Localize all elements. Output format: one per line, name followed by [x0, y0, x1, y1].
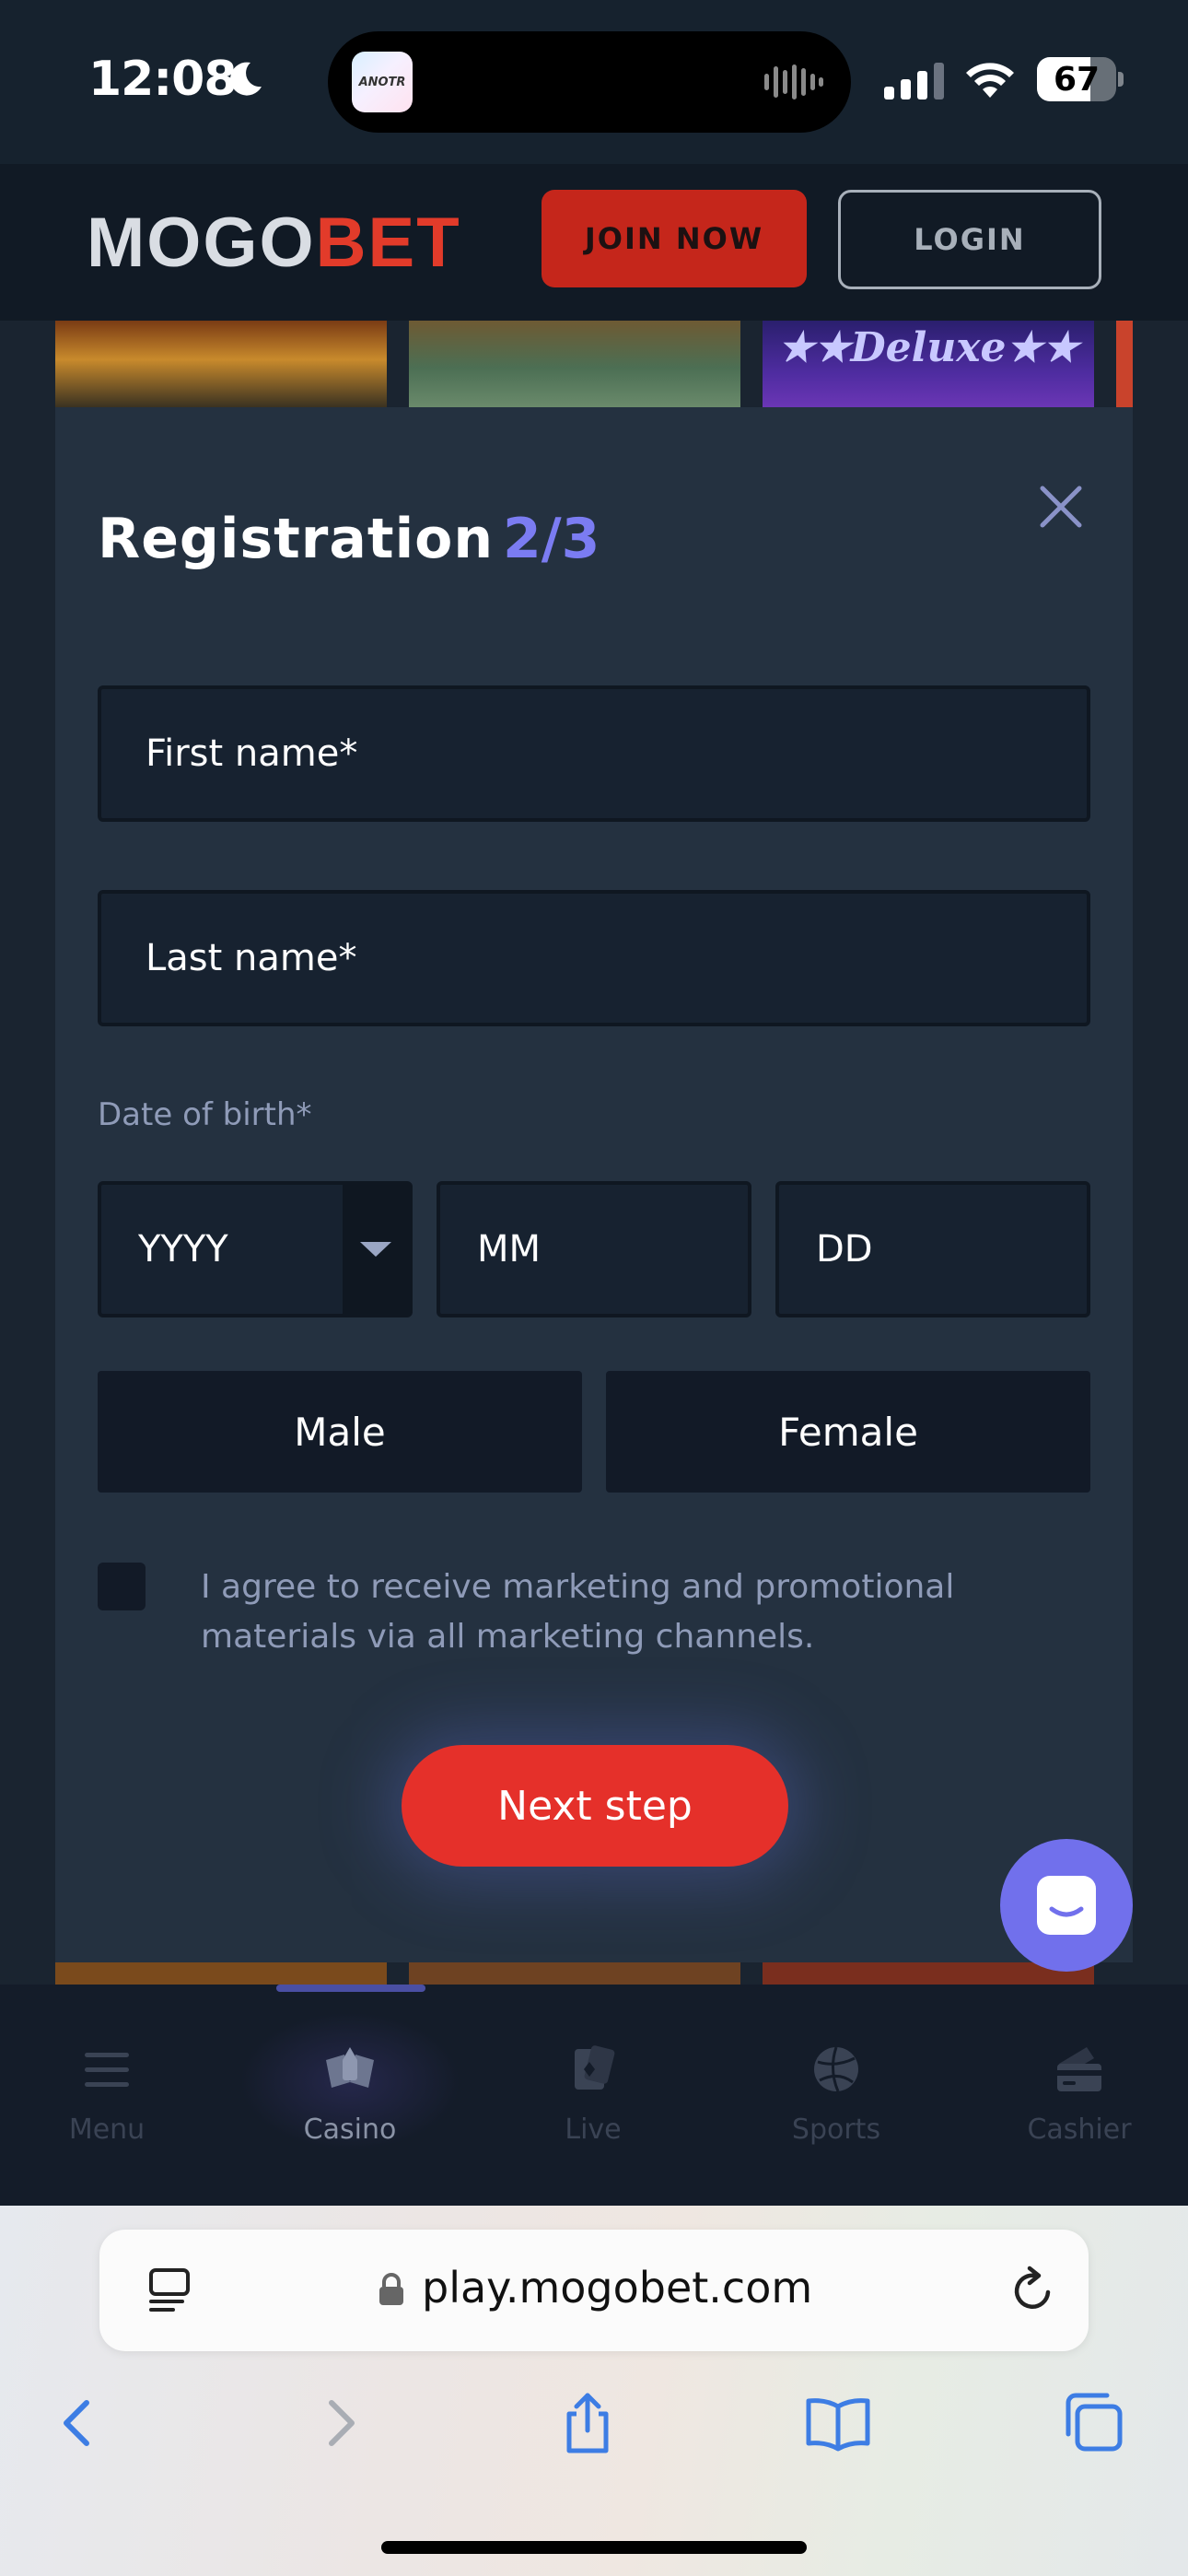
game-tile: ★★Deluxe★★ [763, 321, 1094, 407]
step-indicator: 2/3 [503, 507, 600, 571]
nav-label: Cashier [1027, 2113, 1132, 2146]
chat-button[interactable] [1000, 1839, 1133, 1972]
marketing-consent-checkbox[interactable] [98, 1563, 146, 1610]
signal-icon [884, 63, 944, 100]
forward-icon[interactable] [302, 2386, 376, 2460]
game-tile [1116, 321, 1133, 407]
address-bar[interactable]: play.mogobet.com [99, 2230, 1089, 2351]
reload-icon[interactable] [1007, 2265, 1059, 2316]
game-tile-title: ★★Deluxe★★ [777, 324, 1079, 371]
chat-icon [1037, 1876, 1096, 1935]
dob-month-field[interactable]: MM [437, 1181, 751, 1317]
game-tile [409, 1962, 740, 1985]
caret-down-icon [360, 1242, 391, 1257]
gender-male-button[interactable]: Male [98, 1371, 582, 1493]
dynamic-island: ANOTR [328, 31, 851, 133]
registration-modal: Registration 2/3 First name* Last name* … [55, 407, 1133, 1962]
dob-day-field[interactable]: DD [775, 1181, 1090, 1317]
active-tab-indicator [276, 1985, 425, 1992]
next-step-button[interactable]: Next step [402, 1745, 788, 1867]
game-tile [55, 1962, 387, 1985]
game-tile [409, 321, 740, 407]
close-icon[interactable] [1031, 477, 1090, 536]
sports-ball-icon [814, 2046, 858, 2092]
share-icon[interactable] [551, 2386, 624, 2460]
back-icon[interactable] [42, 2386, 116, 2460]
marketing-consent-label: I agree to receive marketing and promoti… [201, 1568, 955, 1656]
home-indicator [381, 2541, 807, 2554]
nav-label: Sports [791, 2113, 881, 2146]
nav-item-sports[interactable]: Sports [744, 2040, 928, 2178]
bookmarks-icon[interactable] [801, 2386, 875, 2460]
battery-level: 67 [1053, 60, 1101, 99]
browser-toolbar: play.mogobet.com [0, 2206, 1188, 2576]
dob-label: Date of birth* [98, 1096, 312, 1133]
url-text: play.mogobet.com [422, 2263, 813, 2313]
island-app-icon: ANOTR [352, 52, 413, 112]
nav-label: Casino [303, 2113, 397, 2146]
nav-label: Live [565, 2113, 622, 2146]
mogobet-logo[interactable]: MOGOBET [87, 205, 461, 282]
join-now-button[interactable]: JOIN NOW [542, 190, 807, 287]
dob-year-placeholder: YYYY [138, 1228, 228, 1270]
status-bar: 12:08 ANOTR 67 [0, 0, 1188, 164]
live-cards-icon [575, 2045, 615, 2090]
bottom-nav: Menu Casino Live Sports Cashier [0, 1985, 1188, 2206]
last-name-field[interactable]: Last name* [98, 890, 1090, 1026]
battery-icon: 67 [1037, 57, 1124, 101]
nav-item-live[interactable]: Live [501, 2040, 685, 2178]
nav-item-cashier[interactable]: Cashier [987, 2040, 1171, 2178]
dropdown-arrow[interactable] [343, 1185, 409, 1314]
status-time: 12:08 [88, 52, 238, 107]
logo-text-part2: BET [315, 204, 461, 282]
login-button[interactable]: LOGIN [838, 190, 1101, 289]
tabs-icon[interactable] [1057, 2386, 1131, 2460]
nav-item-casino[interactable]: Casino [258, 2040, 442, 2178]
first-name-field[interactable]: First name* [98, 685, 1090, 822]
gender-female-button[interactable]: Female [606, 1371, 1090, 1493]
dob-year-select[interactable]: YYYY [98, 1181, 413, 1317]
moon-icon [230, 62, 262, 96]
wifi-icon [966, 63, 1014, 98]
audio-wave-icon [764, 64, 823, 100]
site-header: MOGOBET JOIN NOW LOGIN [0, 164, 1188, 321]
lock-icon [379, 2273, 403, 2305]
nav-item-menu[interactable]: Menu [15, 2040, 199, 2178]
game-tile [55, 321, 387, 407]
modal-title: Registration [98, 507, 495, 571]
dob-day-placeholder: DD [816, 1228, 873, 1270]
nav-label: Menu [68, 2113, 146, 2146]
reader-icon[interactable] [146, 2266, 193, 2314]
casino-icon [326, 2047, 374, 2088]
logo-text-part1: MOGO [87, 204, 316, 282]
island-app-label: ANOTR [358, 75, 406, 89]
menu-icon [85, 2053, 129, 2087]
last-name-placeholder: Last name* [146, 937, 357, 979]
first-name-placeholder: First name* [146, 732, 358, 775]
cashier-icon [1057, 2047, 1101, 2091]
dob-month-placeholder: MM [477, 1228, 542, 1270]
